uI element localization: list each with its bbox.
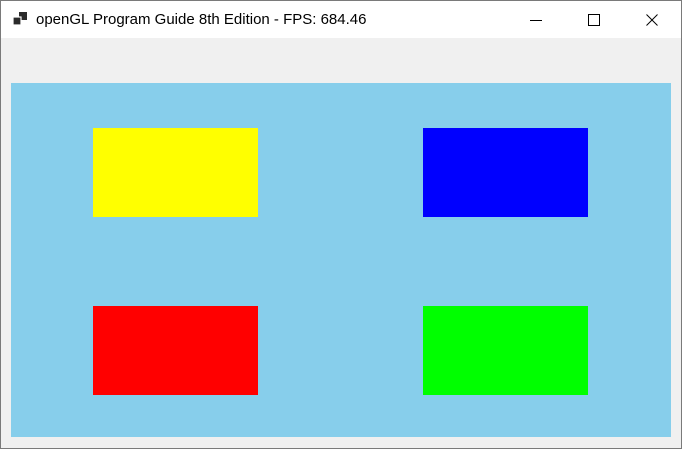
quad-bottom-right — [423, 306, 588, 395]
app-window: openGL Program Guide 8th Edition - FPS: … — [0, 0, 682, 449]
opengl-canvas[interactable] — [11, 83, 671, 437]
title-bar[interactable]: openGL Program Guide 8th Edition - FPS: … — [1, 1, 681, 38]
maximize-icon — [588, 13, 600, 26]
close-icon — [646, 13, 658, 26]
quad-top-right — [423, 128, 588, 217]
client-area — [1, 38, 681, 448]
quad-bottom-left — [93, 306, 258, 395]
quad-top-left — [93, 128, 258, 217]
window-app-icon — [13, 12, 27, 26]
minimize-button[interactable] — [513, 1, 559, 38]
minimize-icon — [530, 19, 542, 21]
maximize-button[interactable] — [571, 1, 617, 38]
window-title: openGL Program Guide 8th Edition - FPS: … — [36, 11, 367, 28]
close-button[interactable] — [629, 1, 675, 38]
